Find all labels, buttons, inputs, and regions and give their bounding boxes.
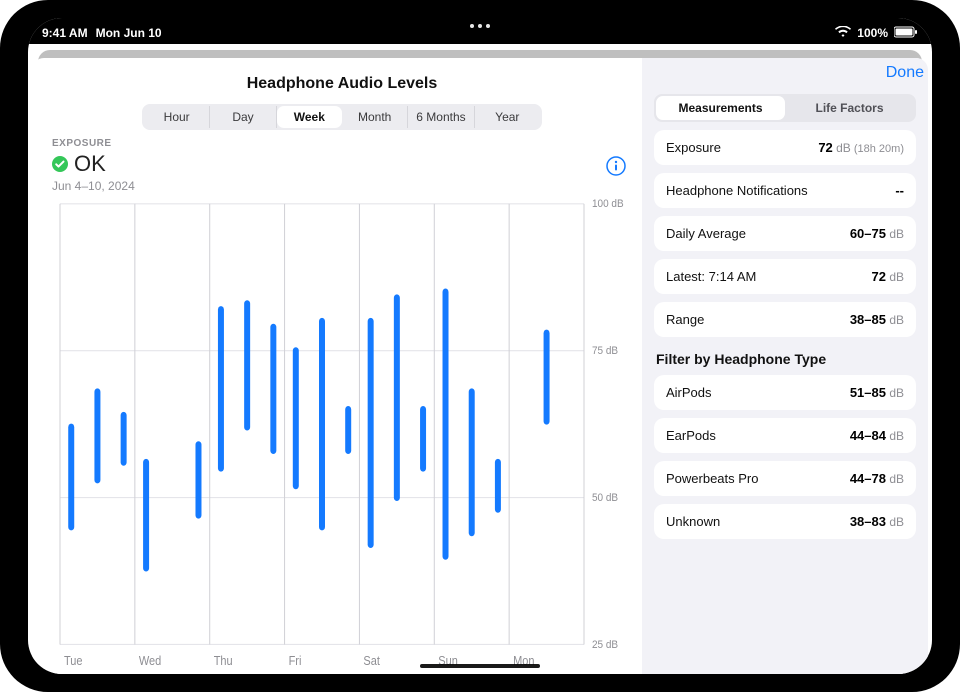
side-tab-life-factors[interactable]: Life Factors bbox=[785, 96, 914, 120]
audio-levels-chart[interactable]: 25 dB50 dB75 dB100 dBTueWedThuFriSatSunM… bbox=[52, 197, 632, 674]
measurement-row-0-sub: (18h 20m) bbox=[851, 143, 904, 155]
measurement-row-0[interactable]: Exposure 72 dB (18h 20m) bbox=[654, 130, 916, 165]
filter-row-1-value: 44–84 bbox=[850, 428, 886, 443]
home-indicator[interactable] bbox=[420, 664, 540, 668]
exposure-summary: EXPOSURE OK Jun 4–10, 2024 bbox=[52, 138, 632, 193]
filter-row-3-unit: dB bbox=[886, 515, 904, 529]
measurement-row-3-label: Latest: 7:14 AM bbox=[666, 269, 756, 284]
filter-row-0-label: AirPods bbox=[666, 385, 712, 400]
exposure-caption: EXPOSURE bbox=[52, 138, 632, 149]
exposure-status: OK bbox=[74, 151, 106, 177]
segment-hour[interactable]: Hour bbox=[144, 106, 210, 128]
measurement-row-4-label: Range bbox=[666, 312, 704, 327]
page-title: Headphone Audio Levels bbox=[247, 75, 438, 93]
measurement-row-1-label: Headphone Notifications bbox=[666, 183, 808, 198]
filter-row-2[interactable]: Powerbeats Pro 44–78 dB bbox=[654, 461, 916, 496]
status-time: 9:41 AM bbox=[42, 26, 88, 40]
battery-percent: 100% bbox=[857, 26, 888, 40]
exposure-date-range: Jun 4–10, 2024 bbox=[52, 179, 632, 193]
svg-text:75 dB: 75 dB bbox=[592, 345, 618, 358]
measurement-row-0-label: Exposure bbox=[666, 140, 721, 155]
filter-row-3[interactable]: Unknown 38–83 dB bbox=[654, 504, 916, 539]
measurement-row-1-value: -- bbox=[895, 183, 904, 198]
measurement-row-3[interactable]: Latest: 7:14 AM 72 dB bbox=[654, 259, 916, 294]
measurement-row-2[interactable]: Daily Average 60–75 dB bbox=[654, 216, 916, 251]
filter-row-2-value: 44–78 bbox=[850, 471, 886, 486]
measurement-row-2-unit: dB bbox=[886, 227, 904, 241]
segment-day[interactable]: Day bbox=[210, 106, 276, 128]
segment-year[interactable]: Year bbox=[475, 106, 540, 128]
svg-text:Thu: Thu bbox=[214, 654, 233, 668]
svg-text:Fri: Fri bbox=[289, 654, 302, 668]
time-range-segmented-control: HourDayWeekMonth6 MonthsYear bbox=[142, 104, 542, 130]
measurement-row-3-value: 72 bbox=[872, 269, 886, 284]
svg-text:Tue: Tue bbox=[64, 654, 83, 668]
battery-icon bbox=[894, 26, 918, 41]
filter-row-2-unit: dB bbox=[886, 472, 904, 486]
status-date: Mon Jun 10 bbox=[96, 26, 162, 40]
segment-month[interactable]: Month bbox=[342, 106, 408, 128]
measurement-row-3-unit: dB bbox=[886, 270, 904, 284]
filter-section-title: Filter by Headphone Type bbox=[656, 351, 914, 367]
segment-6-months[interactable]: 6 Months bbox=[408, 106, 474, 128]
info-icon[interactable] bbox=[606, 156, 626, 176]
measurement-row-0-value: 72 bbox=[818, 140, 832, 155]
filter-row-1-unit: dB bbox=[886, 429, 904, 443]
filter-row-3-value: 38–83 bbox=[850, 514, 886, 529]
measurement-row-1[interactable]: Headphone Notifications -- bbox=[654, 173, 916, 208]
measurement-row-0-unit: dB bbox=[833, 141, 851, 155]
filter-row-2-label: Powerbeats Pro bbox=[666, 471, 759, 486]
svg-text:100 dB: 100 dB bbox=[592, 198, 624, 211]
side-tabs: MeasurementsLife Factors bbox=[654, 94, 916, 122]
filter-row-1-label: EarPods bbox=[666, 428, 716, 443]
measurement-row-2-value: 60–75 bbox=[850, 226, 886, 241]
svg-text:50 dB: 50 dB bbox=[592, 491, 618, 504]
segment-week[interactable]: Week bbox=[277, 106, 342, 128]
ok-checkmark-icon bbox=[52, 156, 68, 172]
measurement-row-4-value: 38–85 bbox=[850, 312, 886, 327]
svg-text:Wed: Wed bbox=[139, 654, 161, 668]
side-tab-measurements[interactable]: Measurements bbox=[656, 96, 785, 120]
measurement-row-4-unit: dB bbox=[886, 313, 904, 327]
filter-row-3-label: Unknown bbox=[666, 514, 720, 529]
svg-text:25 dB: 25 dB bbox=[592, 638, 618, 651]
filter-row-0[interactable]: AirPods 51–85 dB bbox=[654, 375, 916, 410]
done-button[interactable]: Done bbox=[886, 64, 924, 82]
filter-row-0-value: 51–85 bbox=[850, 385, 886, 400]
status-bar: 9:41 AM Mon Jun 10 100% bbox=[28, 18, 932, 44]
measurement-row-4[interactable]: Range 38–85 dB bbox=[654, 302, 916, 337]
filter-row-0-unit: dB bbox=[886, 386, 904, 400]
svg-text:Sat: Sat bbox=[363, 654, 380, 668]
filter-row-1[interactable]: EarPods 44–84 dB bbox=[654, 418, 916, 453]
measurement-row-2-label: Daily Average bbox=[666, 226, 746, 241]
wifi-icon bbox=[835, 26, 851, 41]
